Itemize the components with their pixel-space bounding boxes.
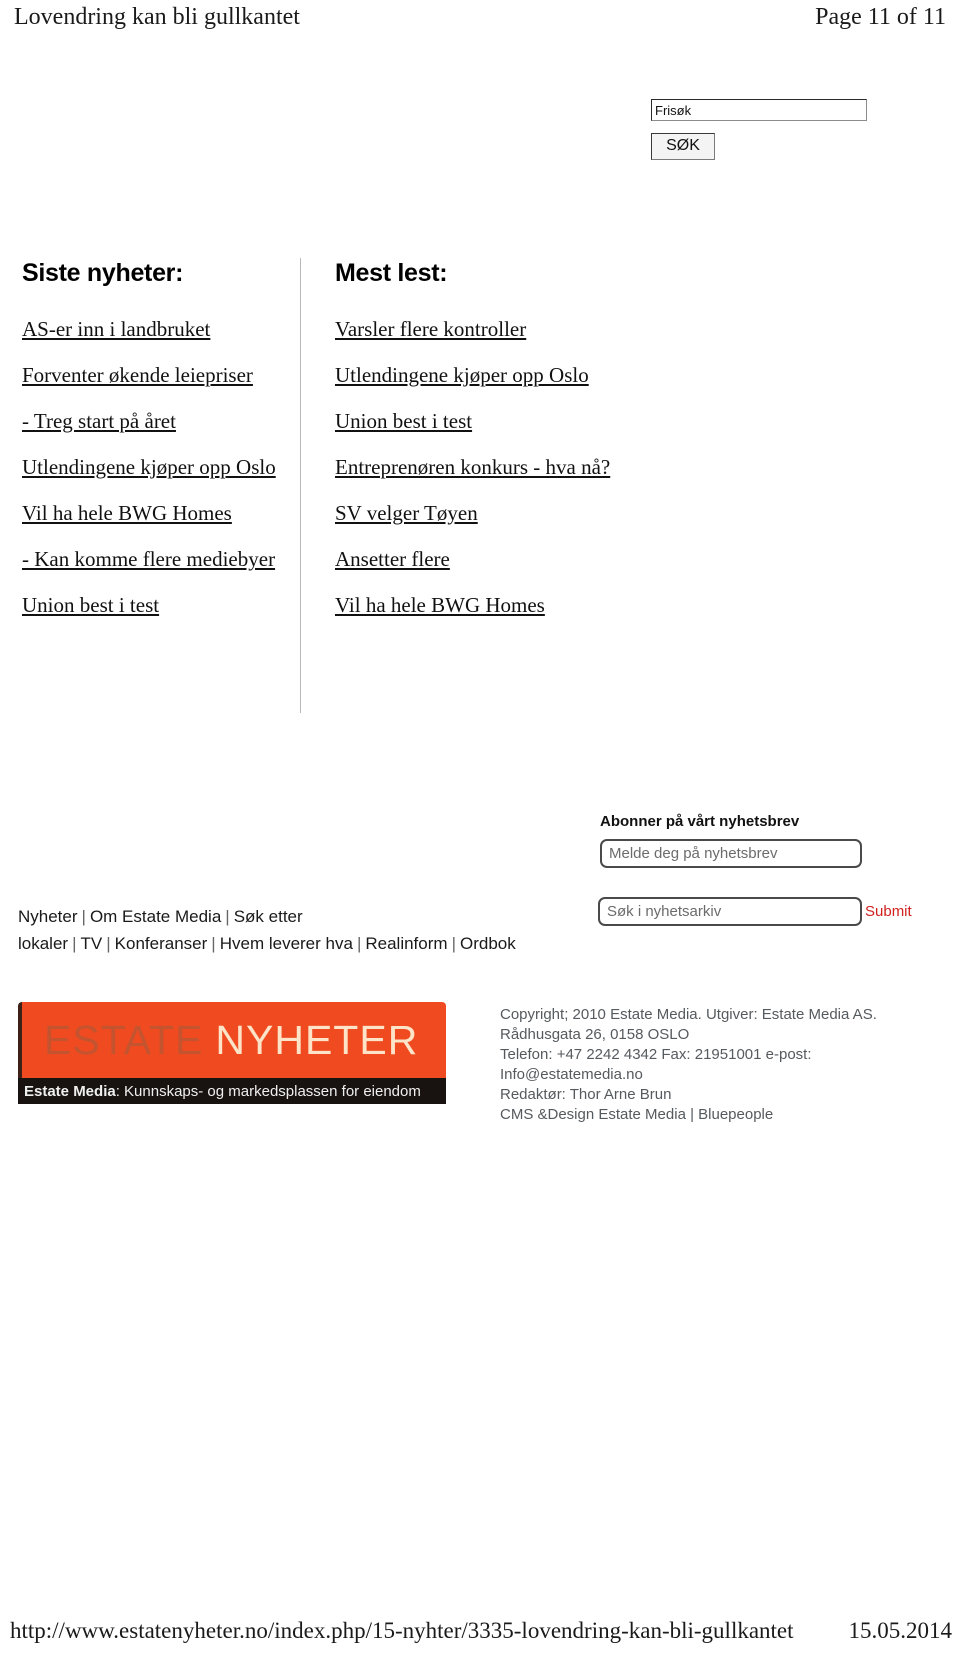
nav-separator: | xyxy=(225,907,230,926)
news-link[interactable]: - Kan komme flere mediebyer xyxy=(22,546,282,573)
footer-navigation: Nyheter | Om Estate Media | Søk etter lokale… xyxy=(18,903,548,957)
news-link[interactable]: Union best i test xyxy=(22,592,282,619)
nav-separator: | xyxy=(72,934,77,953)
news-link[interactable]: Vil ha hele BWG Homes xyxy=(335,592,612,619)
logo-tagline-rest: : Kunnskaps- og markedsplassen for eiend… xyxy=(115,1082,421,1100)
latest-news-column: Siste nyheter: AS-er inn i landbruket Fo… xyxy=(0,258,300,713)
print-footer: http://www.estatenyheter.no/index.php/15… xyxy=(0,1616,960,1646)
footer-nav-item-konferanser[interactable]: Konferanser xyxy=(115,934,208,953)
news-link[interactable]: Entreprenøren konkurs - hva nå? xyxy=(335,454,612,481)
nav-separator: | xyxy=(356,934,362,953)
nav-separator: | xyxy=(451,934,456,953)
logo-word-estate: ESTATE xyxy=(44,1017,204,1063)
estate-nyheter-logo[interactable]: ESTATE NYHETER Estate Media: Kunnskaps- … xyxy=(18,1002,446,1104)
news-link[interactable]: Vil ha hele BWG Homes xyxy=(22,500,282,527)
archive-search-submit-button[interactable]: Submit xyxy=(865,902,912,922)
footer-nav-item-om-estate-media[interactable]: Om Estate Media xyxy=(90,907,221,926)
logo-tagline-bar: Estate Media: Kunnskaps- og markedsplass… xyxy=(18,1078,446,1104)
logo-tagline: Estate Media: Kunnskaps- og markedsplass… xyxy=(24,1082,421,1101)
most-read-column: Mest lest: Varsler flere kontroller Utle… xyxy=(300,258,630,713)
news-link[interactable]: AS-er inn i landbruket xyxy=(22,316,282,343)
news-link[interactable]: - Treg start på året xyxy=(22,408,282,435)
news-link[interactable]: SV velger Tøyen xyxy=(335,500,612,527)
newsletter-label: Abonner på vårt nyhetsbrev xyxy=(600,813,800,830)
footer-nav-item-hvem-leverer-hva[interactable]: Hvem leverer hva xyxy=(220,934,353,953)
news-columns: Siste nyheter: AS-er inn i landbruket Fo… xyxy=(0,258,700,713)
free-search-input[interactable] xyxy=(651,99,867,121)
logo-tagline-brand: Estate Media xyxy=(24,1082,116,1100)
logo-banner: ESTATE NYHETER xyxy=(18,1002,446,1078)
news-link[interactable]: Ansetter flere xyxy=(335,546,612,573)
free-search-form: SØK xyxy=(651,99,871,160)
news-link[interactable]: Forventer økende leiepriser xyxy=(22,362,282,389)
nav-separator: | xyxy=(81,907,86,926)
copyright-line-1: Copyright; 2010 Estate Media. Utgiver: E… xyxy=(500,1006,877,1043)
copyright-line-3: Redaktør: Thor Arne Brun xyxy=(500,1086,672,1103)
copyright-line-2: Telefon: +47 2242 4342 Fax: 21951001 e-p… xyxy=(500,1046,812,1083)
most-read-heading: Mest lest: xyxy=(335,259,448,287)
copyright-line-4: CMS &Design Estate Media | Bluepeople xyxy=(500,1106,774,1123)
news-link[interactable]: Utlendingene kjøper opp Oslo xyxy=(22,454,282,481)
nav-separator: | xyxy=(211,934,216,953)
print-header: Lovendring kan bli gullkantet Page 11 of… xyxy=(0,0,960,40)
news-link[interactable]: Utlendingene kjøper opp Oslo xyxy=(335,362,612,389)
page-number: Page 11 of 11 xyxy=(815,4,946,30)
footer-nav-item-realinform[interactable]: Realinform xyxy=(365,934,447,953)
print-date: 15.05.2014 xyxy=(848,1618,953,1643)
free-search-submit-button[interactable]: SØK xyxy=(651,133,715,160)
copyright-block: Copyright; 2010 Estate Media. Utgiver: E… xyxy=(500,1005,900,1125)
news-archive-search-input[interactable] xyxy=(598,897,862,926)
news-link[interactable]: Varsler flere kontroller xyxy=(335,316,612,343)
page-url: http://www.estatenyheter.no/index.php/15… xyxy=(10,1618,794,1643)
footer-nav-item-ordbok[interactable]: Ordbok xyxy=(460,934,516,953)
news-archive-search-form: Submit xyxy=(598,897,928,926)
document-title: Lovendring kan bli gullkantet xyxy=(14,4,300,30)
logo-word-nyheter: NYHETER xyxy=(215,1017,419,1063)
footer-nav-item-nyheter[interactable]: Nyheter xyxy=(18,907,78,926)
news-link[interactable]: Union best i test xyxy=(335,408,612,435)
newsletter-email-input[interactable] xyxy=(600,839,862,868)
newsletter-signup: Abonner på vårt nyhetsbrev xyxy=(600,812,880,868)
nav-separator: | xyxy=(106,934,111,953)
latest-news-heading: Siste nyheter: xyxy=(22,259,184,287)
footer-nav-item-tv[interactable]: TV xyxy=(81,934,103,953)
